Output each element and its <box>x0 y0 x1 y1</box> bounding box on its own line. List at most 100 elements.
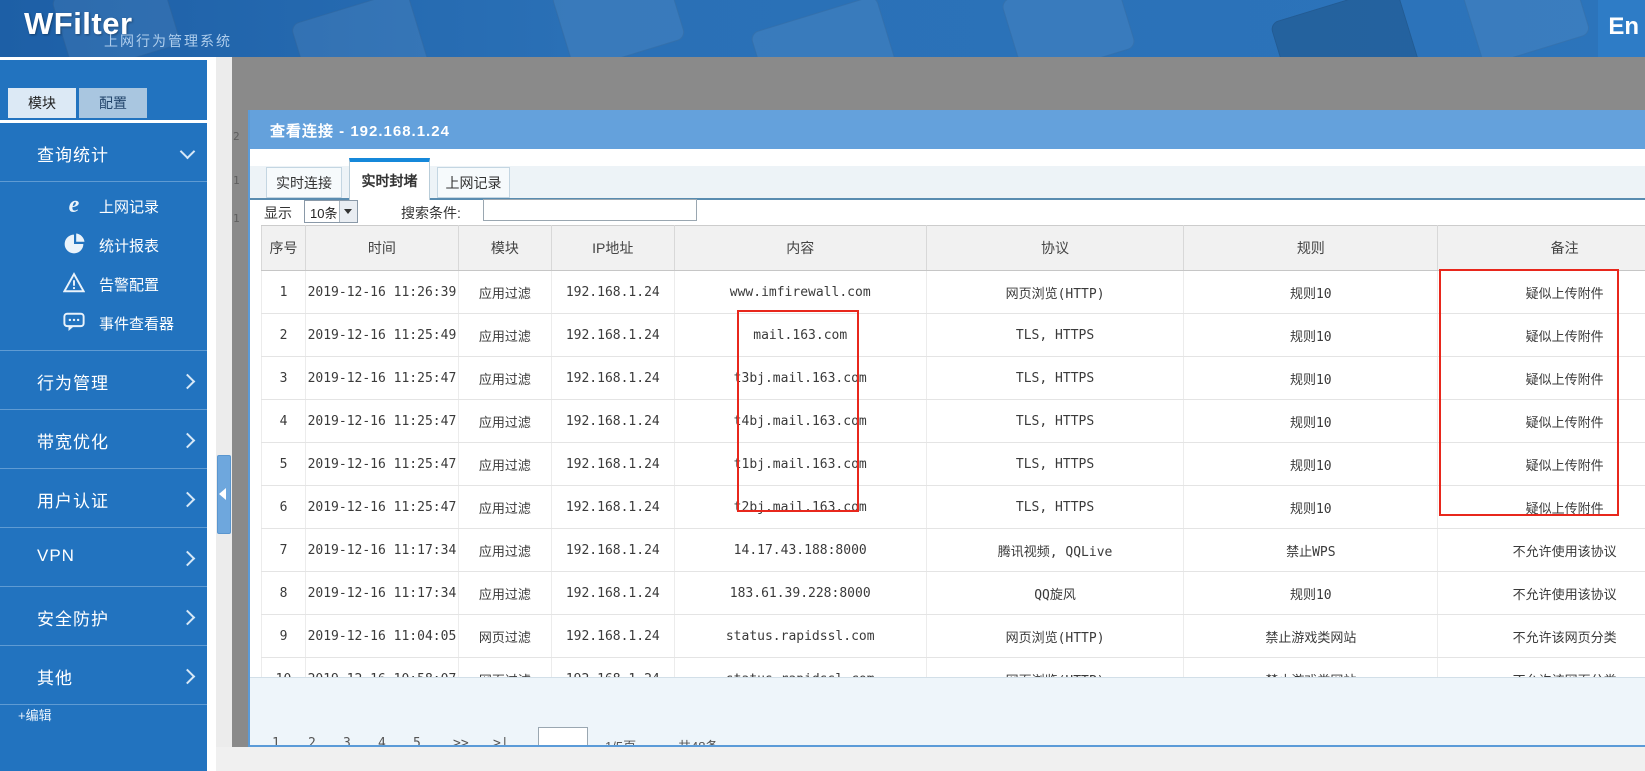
sidebar-group-6[interactable]: 安全防护 <box>0 587 207 646</box>
sidebar-group-label: VPN <box>37 546 75 565</box>
sidebar-item-label: 告警配置 <box>99 277 160 294</box>
sidebar-tab-1[interactable]: 模块 <box>8 88 76 118</box>
sidebar-group-3[interactable]: 带宽优化 <box>0 410 207 469</box>
table-cell: 规则10 <box>1183 313 1439 357</box>
keyboard-key-decor <box>550 0 687 57</box>
next-pages-button[interactable]: >> <box>453 736 469 745</box>
table-cell: TLS, HTTPS <box>925 313 1185 357</box>
dialog-title: 查看连接 - 192.168.1.24 <box>270 123 450 140</box>
table-cell: 192.168.1.24 <box>550 442 675 486</box>
table-cell: 应用过滤 <box>457 399 552 443</box>
table-cell: 192.168.1.24 <box>550 270 675 314</box>
sidebar-collapse-handle[interactable] <box>217 455 231 534</box>
sidebar-item-label: 事件查看器 <box>99 316 175 333</box>
table-cell: 5 <box>261 442 306 486</box>
search-input[interactable] <box>483 199 697 221</box>
dialog-tab-3[interactable]: 上网记录 <box>437 167 510 198</box>
chevron-right-icon <box>179 491 196 508</box>
table-cell: TLS, HTTPS <box>925 442 1185 486</box>
page-button[interactable]: 1 <box>272 736 280 745</box>
column-header: IP地址 <box>550 225 675 271</box>
table-cell: 8 <box>261 571 306 615</box>
table-cell: 192.168.1.24 <box>550 356 675 400</box>
page-button[interactable]: 2 <box>308 736 316 745</box>
sidebar-group-5[interactable]: VPN <box>0 528 207 587</box>
page-info: 1/5页 <box>605 739 637 747</box>
sidebar-group-2[interactable]: 行为管理 <box>0 351 207 410</box>
sidebar-tab-2[interactable]: 配置 <box>79 88 147 118</box>
page-size-select[interactable]: 10条 <box>304 200 358 223</box>
table-cell: 规则10 <box>1183 571 1439 615</box>
table-cell: 禁止游戏类网站 <box>1183 614 1439 658</box>
table-cell: 疑似上传附件 <box>1437 485 1645 529</box>
table-cell: 不允许使用该协议 <box>1437 528 1645 572</box>
sidebar-tabs: 模块 配置 <box>8 88 147 118</box>
language-switch[interactable]: En <box>1608 13 1639 41</box>
table-cell: TLS, HTTPS <box>925 399 1185 443</box>
table-cell: 规则10 <box>1183 442 1439 486</box>
keyboard-key-decor <box>749 0 903 57</box>
table-cell: 192.168.1.24 <box>550 485 675 529</box>
view-connections-dialog: 查看连接 - 192.168.1.24 实时连接 实时封堵 上网记录 显示 10条 … <box>248 110 1645 747</box>
keyboard-key-decor <box>1000 0 1137 57</box>
chevron-right-icon <box>179 668 196 685</box>
sidebar-item[interactable]: 事件查看器 <box>0 303 207 342</box>
alert-icon <box>62 272 86 296</box>
sidebar-group-label: 行为管理 <box>37 374 109 393</box>
sidebar-gap-strip <box>207 57 216 771</box>
table-cell: 网页浏览(HTTP) <box>925 270 1185 314</box>
dialog-header[interactable]: 查看连接 - 192.168.1.24 <box>250 110 1645 149</box>
column-header: 时间 <box>304 225 459 271</box>
column-header: 备注 <box>1437 225 1645 271</box>
select-dropdown-button[interactable] <box>339 201 357 222</box>
page-button[interactable]: 5 <box>413 736 421 745</box>
dialog-tab-1[interactable]: 实时连接 <box>266 167 342 198</box>
table-cell: 应用过滤 <box>457 313 552 357</box>
column-header: 内容 <box>673 225 927 271</box>
column-header: 协议 <box>925 225 1185 271</box>
sidebar-item[interactable]: 告警配置 <box>0 264 207 303</box>
chevron-down-icon <box>179 143 196 160</box>
keyboard-key-decor <box>289 0 433 57</box>
table-row: 2 2019-12-16 11:25:49 应用过滤 192.168.1.24 mail… <box>261 313 1645 357</box>
table-cell: 2 <box>261 313 306 357</box>
sidebar-group-7[interactable]: 其他 <box>0 646 207 705</box>
table-cell: mail.163.com <box>673 313 927 357</box>
page-number-input[interactable] <box>538 727 588 745</box>
table-cell: 7 <box>261 528 306 572</box>
table-row: 7 2019-12-16 11:17:34 应用过滤 192.168.1.24 14.1… <box>261 528 1645 572</box>
table-cell: 规则10 <box>1183 356 1439 400</box>
table-row: 4 2019-12-16 11:25:47 应用过滤 192.168.1.24 t4bj… <box>261 399 1645 443</box>
table-cell: 疑似上传附件 <box>1437 399 1645 443</box>
table-cell: 2019-12-16 11:04:05 <box>304 614 459 658</box>
backdrop-axis-number: 1 <box>233 174 240 187</box>
table-cell: 2019-12-16 11:25:47 <box>304 399 459 443</box>
table-cell: www.imfirewall.com <box>673 270 927 314</box>
table-cell: 2019-12-16 11:26:39 <box>304 270 459 314</box>
sidebar-group-label: 查询统计 <box>37 146 109 165</box>
sidebar-menu: 查询统计 e 上网记录 统计报表告警配置事件查看器行为管理带宽优化 用户认证 VPN 安全防… <box>0 123 207 705</box>
show-label: 显示 <box>264 205 292 221</box>
table-cell: 疑似上传附件 <box>1437 442 1645 486</box>
table-cell: 192.168.1.24 <box>550 571 675 615</box>
table-row: 1 2019-12-16 11:26:39 应用过滤 192.168.1.24 www.… <box>261 270 1645 314</box>
dialog-tab-2[interactable]: 实时封堵 <box>349 158 430 200</box>
sidebar-edit-link[interactable]: +编辑 <box>18 705 52 724</box>
table-cell: 183.61.39.228:8000 <box>673 571 927 615</box>
table-cell: 腾讯视频, QQLive <box>925 528 1185 572</box>
table-cell: 192.168.1.24 <box>550 528 675 572</box>
sidebar-item[interactable]: e 上网记录 <box>0 186 207 225</box>
page-button[interactable]: 3 <box>343 736 351 745</box>
page-button[interactable]: 4 <box>378 736 386 745</box>
sidebar-group-1[interactable]: 查询统计 <box>0 123 207 182</box>
keyboard-key-decor <box>1269 0 1423 57</box>
blocked-records-table: 序号 时间 模块 IP地址 内容 协议 规则 备注 1 2019-12-16 11:26:39 应… <box>261 225 1645 701</box>
chevron-down-icon <box>344 209 352 214</box>
sidebar-item[interactable]: 统计报表 <box>0 225 207 264</box>
pagination-bar: 1 2 3 4 5 >> >| 1/5页 共48条 <box>250 677 1645 747</box>
sidebar-group-4[interactable]: 用户认证 <box>0 469 207 528</box>
last-page-button[interactable]: >| <box>493 736 509 745</box>
table-cell: 2019-12-16 11:25:49 <box>304 313 459 357</box>
table-cell: 4 <box>261 399 306 443</box>
column-header: 规则 <box>1183 225 1439 271</box>
